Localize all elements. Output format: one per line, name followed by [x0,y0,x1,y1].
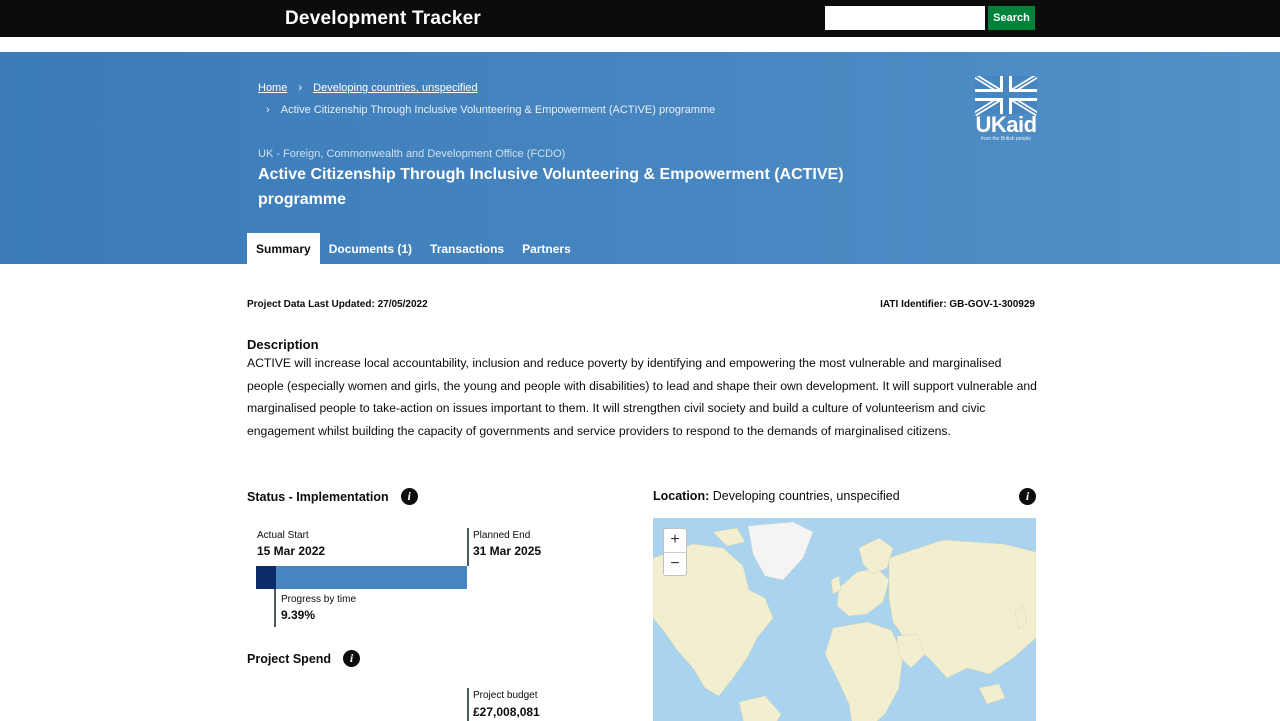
search-input[interactable] [825,6,985,30]
top-bar: Development Tracker Search [0,0,1280,37]
location-map[interactable] [653,518,1036,721]
south-america-shape [738,695,782,721]
spend-heading-row: Project Spend i [247,650,361,667]
tab-summary[interactable]: Summary [247,233,320,264]
last-updated: Project Data Last Updated: 27/05/2022 [247,299,428,310]
tab-documents[interactable]: Documents (1) [320,233,421,264]
zoom-out-button[interactable]: − [664,552,686,575]
description-heading: Description [247,337,319,352]
ukaid-logo-tagline: from the British people [980,136,1032,142]
planned-end-date: 31 Mar 2025 [473,544,542,558]
spend-heading: Project Spend [247,651,332,666]
description-text: ACTIVE will increase local accountabilit… [247,356,1037,438]
chevron-right-icon: › [266,104,270,116]
page-title: Active Citizenship Through Inclusive Vol… [258,166,844,208]
breadcrumb-current-label: Active Citizenship Through Inclusive Vol… [280,104,716,116]
actual-start-date: 15 Mar 2022 [257,544,326,558]
breadcrumb-country-link[interactable]: Developing countries, unspecified [313,82,478,94]
tab-bar: Summary Documents (1) Transactions Partn… [247,233,580,264]
progress-bar-fill [256,566,276,589]
planned-end-marker [467,528,469,566]
scandinavia-shape [858,537,894,575]
progress-marker [274,589,276,627]
site-brand[interactable]: Development Tracker [285,8,481,30]
map-zoom-control: + − [663,528,687,576]
search-button[interactable]: Search [988,6,1035,30]
europe-shape [836,567,890,617]
location-row: Location: Developing countries, unspecif… [653,489,900,503]
budget-label: Project budget [473,690,538,701]
progress-value: 9.39% [281,608,316,622]
arctic-islands-shape [712,527,746,547]
actual-start-label: Actual Start [257,530,309,541]
zoom-in-button[interactable]: + [664,529,686,552]
organisation-name: UK - Foreign, Commonwealth and Developme… [258,148,566,160]
breadcrumb: Home › Developing countries, unspecified [258,82,478,94]
budget-value: £27,008,081 [473,705,540,719]
status-heading-row: Status - Implementation i [247,488,418,505]
budget-marker [467,688,469,721]
tab-partners[interactable]: Partners [513,233,580,264]
indonesia-shape [978,683,1006,705]
breadcrumb-home-link[interactable]: Home [258,82,287,94]
ukaid-logo-text: UKaid [975,112,1037,137]
breadcrumb-current: › Active Citizenship Through Inclusive V… [266,104,715,116]
planned-end-label: Planned End [473,530,531,541]
world-map-graphic [653,521,1036,721]
africa-shape [824,621,904,721]
status-heading: Status - Implementation [247,489,389,504]
progress-bar-track [256,566,467,589]
progress-label: Progress by time [281,594,357,605]
iati-identifier: IATI Identifier: GB-GOV-1-300929 [880,299,1035,310]
info-icon[interactable]: i [400,488,418,505]
greenland-shape [747,521,814,581]
location-value: Developing countries, unspecified [712,489,900,503]
info-icon[interactable]: i [1019,488,1036,505]
page-header: Home › Developing countries, unspecified… [0,52,1280,264]
info-icon[interactable]: i [343,650,361,667]
tab-transactions[interactable]: Transactions [421,233,513,264]
chevron-right-icon: › [298,82,303,94]
location-label: Location: [653,489,710,503]
